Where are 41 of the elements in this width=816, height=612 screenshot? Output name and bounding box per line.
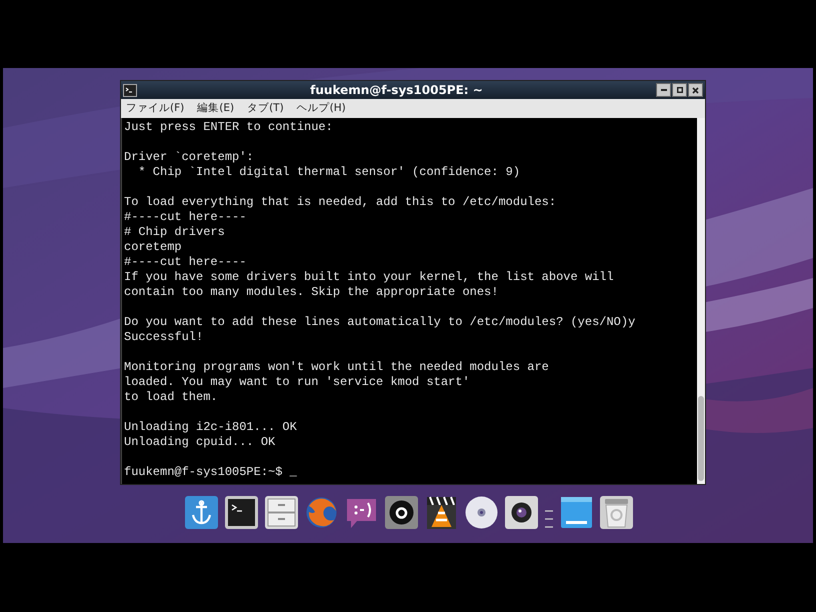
close-button[interactable] — [688, 83, 703, 97]
terminal-line: Unloading i2c-i801... OK — [124, 420, 297, 435]
maximize-button[interactable] — [672, 83, 687, 97]
terminal-line: loaded. You may want to run 'service kmod start' — [124, 375, 470, 390]
terminal-line: Just press ENTER to continue: — [124, 120, 333, 135]
terminal-line: #----cut here---- — [124, 255, 246, 270]
terminal-line: to load them. — [124, 390, 218, 405]
terminal-line: If you have some drivers built into your kernel, the list above will — [124, 270, 614, 285]
close-icon — [692, 86, 699, 94]
terminal-line: fuukemn@f-sys1005PE:~$ _ — [124, 465, 297, 480]
terminal-line: #----cut here---- — [124, 210, 246, 225]
scrollbar-thumb[interactable] — [698, 396, 704, 481]
traffic-cone-icon[interactable] — [425, 496, 458, 529]
folder-icon[interactable] — [560, 496, 593, 529]
terminal-line: # Chip drivers — [124, 225, 225, 240]
disc-icon[interactable] — [465, 496, 498, 529]
terminal-line: contain too many modules. Skip the appropriate ones! — [124, 285, 498, 300]
window-title: fuukemn@f-sys1005PE: ~ — [309, 82, 484, 99]
terminal-line: Unloading cpuid... OK — [124, 435, 276, 450]
menu-item[interactable]: タブ(T) — [247, 99, 284, 118]
terminal-line: Driver `coretemp': — [124, 150, 254, 165]
menu-item[interactable]: 編集(E) — [197, 99, 234, 118]
menu-item[interactable]: ファイル(F) — [126, 99, 184, 118]
menu-item[interactable]: ヘルプ(H) — [296, 99, 346, 118]
terminal-line: coretemp — [124, 240, 182, 255]
minimize-icon — [660, 89, 666, 91]
terminal-line: Successful! — [124, 330, 204, 345]
cabinet-icon[interactable] — [265, 496, 298, 529]
globe-icon[interactable] — [305, 496, 338, 529]
minimize-button[interactable] — [656, 83, 671, 97]
terminal-line: Do you want to add these lines automatically to /etc/modules? (yes/NO)y — [124, 315, 636, 330]
terminal-icon — [123, 84, 137, 96]
maximize-icon — [676, 87, 682, 93]
anchor-icon[interactable] — [185, 496, 218, 529]
terminal-line: * Chip `Intel digital thermal sensor' (confidence: 9) — [137, 165, 520, 180]
camera-icon[interactable] — [505, 496, 538, 529]
terminal-icon[interactable] — [225, 496, 258, 529]
dock-separator-icon — [545, 509, 553, 529]
chat-icon[interactable] — [345, 496, 378, 529]
terminal-line: Monitoring programs won't work until the needed modules are — [124, 360, 549, 375]
terminal-line: To load everything that is needed, add this to /etc/modules: — [124, 195, 556, 210]
